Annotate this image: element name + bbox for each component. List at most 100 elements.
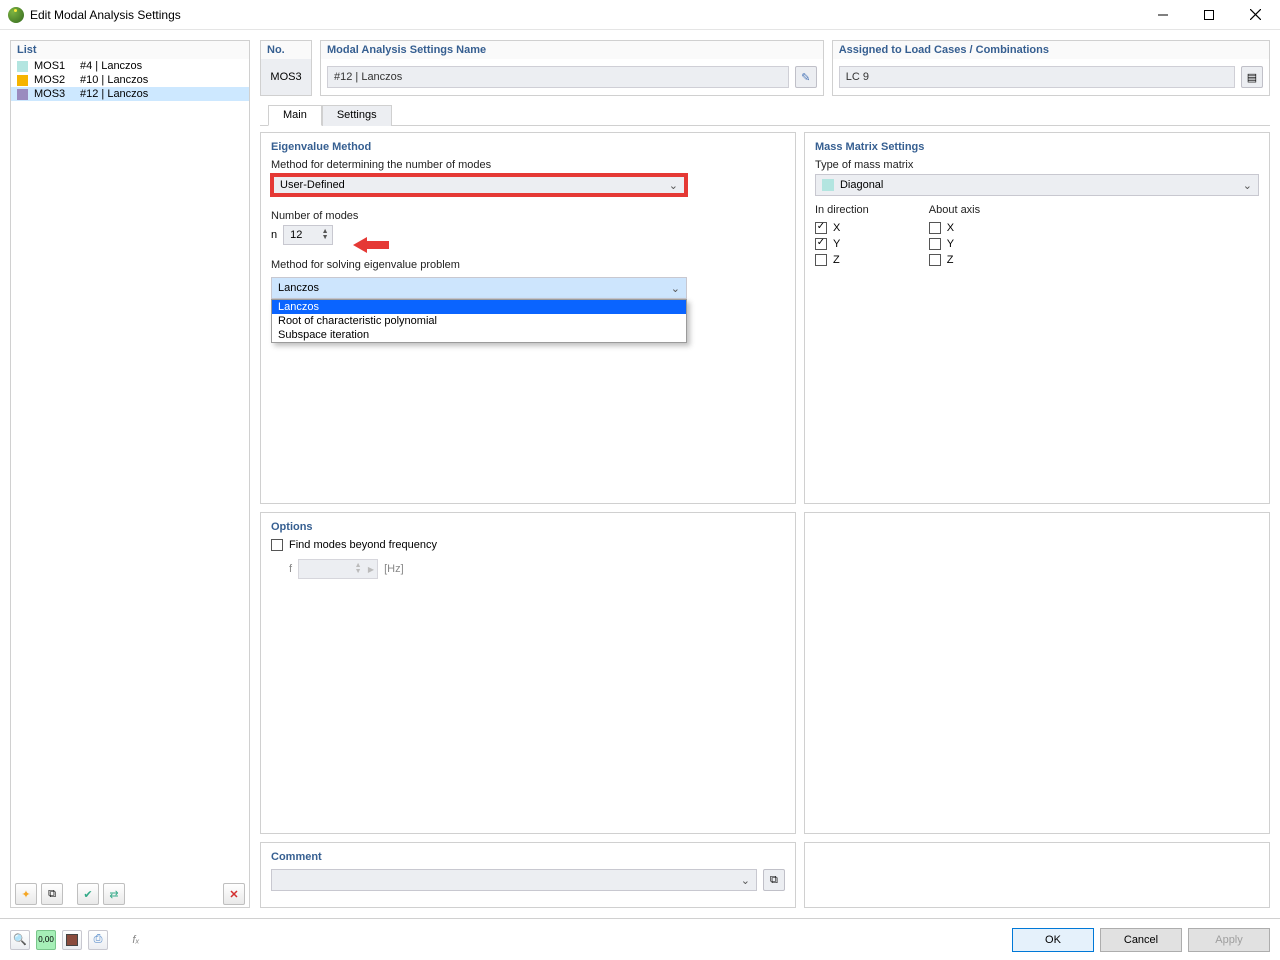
mass-title: Mass Matrix Settings [815, 141, 1259, 153]
comment-select[interactable]: ⌄ [271, 869, 757, 891]
new-button[interactable]: ✦ [15, 883, 37, 905]
list-icon: ▤ [1247, 71, 1257, 84]
tab-strip: Main Settings [260, 104, 1270, 126]
dir-x-checkbox[interactable]: X [815, 222, 869, 234]
beyond-frequency-checkbox[interactable]: Find modes beyond frequency [271, 539, 785, 551]
check-all-button[interactable]: ⇄ [103, 883, 125, 905]
list-item[interactable]: MOS1 #4 | Lanczos [11, 59, 249, 73]
side-spacer-panel-2 [804, 842, 1270, 908]
chevron-down-icon: ⌄ [1243, 179, 1252, 192]
checkbox-box [929, 238, 941, 250]
window-title: Edit Modal Analysis Settings [30, 8, 1140, 22]
chevron-down-icon: ⌄ [741, 874, 750, 887]
modes-count-label: Number of modes [271, 210, 785, 222]
close-button[interactable] [1232, 0, 1278, 30]
axis-y-checkbox[interactable]: Y [929, 238, 980, 250]
axis-z-checkbox[interactable]: Z [929, 254, 980, 266]
freq-input: ▲▼ ▶ [298, 559, 378, 579]
list-title: List [11, 41, 249, 59]
units-button[interactable]: 0,00 [36, 930, 56, 950]
dir-y-checkbox[interactable]: Y [815, 238, 869, 250]
axis-x-checkbox[interactable]: X [929, 222, 980, 234]
checkbox-box [815, 238, 827, 250]
name-cell: Modal Analysis Settings Name #12 | Lancz… [320, 40, 824, 96]
side-spacer-panel [804, 512, 1270, 834]
check-icon: ✔ [83, 888, 92, 901]
list-body[interactable]: MOS1 #4 | Lanczos MOS2 #10 | Lanczos MOS… [11, 59, 249, 881]
checkbox-box [815, 254, 827, 266]
assigned-browse-button[interactable]: ▤ [1241, 66, 1263, 88]
check-button[interactable]: ✔ [77, 883, 99, 905]
search-icon: 🔍 [13, 933, 27, 946]
dir-z-checkbox[interactable]: Z [815, 254, 869, 266]
solver-option[interactable]: Lanczos [272, 300, 686, 314]
modes-input[interactable]: 12 ▲▼ [283, 225, 333, 245]
title-bar: Edit Modal Analysis Settings [0, 0, 1280, 30]
copy-icon: ⧉ [48, 888, 56, 901]
checkbox-box [929, 222, 941, 234]
function-button[interactable]: fₓ [126, 930, 146, 950]
mass-type-select[interactable]: Diagonal ⌄ [815, 174, 1259, 196]
solver-label: Method for solving eigenvalue problem [271, 259, 785, 271]
minimize-button[interactable] [1140, 0, 1186, 30]
layers-button[interactable]: ⎙ [88, 930, 108, 950]
cancel-button[interactable]: Cancel [1100, 928, 1182, 952]
maximize-icon [1204, 10, 1214, 20]
ok-button[interactable]: OK [1012, 928, 1094, 952]
axis-label: About axis [929, 204, 980, 216]
search-button[interactable]: 🔍 [10, 930, 30, 950]
list-toolbar: ✦ ⧉ ✔ ⇄ ✕ [11, 881, 249, 907]
tab-settings[interactable]: Settings [322, 105, 392, 126]
tab-main[interactable]: Main [268, 105, 322, 126]
delete-button[interactable]: ✕ [223, 883, 245, 905]
annotation-arrow [353, 235, 389, 255]
solver-option[interactable]: Subspace iteration [272, 328, 686, 342]
apply-button[interactable]: Apply [1188, 928, 1270, 952]
freq-unit: [Hz] [384, 563, 404, 575]
list-item-name: #10 | Lanczos [80, 74, 148, 86]
name-label: Modal Analysis Settings Name [321, 41, 823, 59]
list-item-code: MOS2 [34, 74, 74, 86]
options-title: Options [271, 521, 785, 533]
close-icon [1250, 9, 1261, 20]
chevron-down-icon: ⌄ [671, 282, 680, 295]
function-icon: fₓ [132, 934, 139, 946]
assigned-label: Assigned to Load Cases / Combinations [833, 41, 1269, 59]
copy-button[interactable]: ⧉ [41, 883, 63, 905]
eigen-title: Eigenvalue Method [271, 141, 785, 153]
mass-type-value: Diagonal [840, 179, 883, 191]
comment-title: Comment [271, 851, 785, 863]
comment-browse-button[interactable]: ⧉ [763, 869, 785, 891]
assigned-cell: Assigned to Load Cases / Combinations LC… [832, 40, 1270, 96]
new-icon: ✦ [21, 888, 30, 901]
method-select[interactable]: User-Defined ⌄ [271, 174, 687, 196]
solver-option[interactable]: Root of characteristic polynomial [272, 314, 686, 328]
freq-symbol: f [289, 563, 292, 575]
modes-value: 12 [290, 229, 302, 241]
play-icon: ▶ [368, 565, 374, 574]
mass-type-label: Type of mass matrix [815, 159, 1259, 171]
layers-icon: ⎙ [94, 933, 103, 946]
solver-select[interactable]: Lanczos ⌄ [271, 277, 687, 299]
color-swatch [66, 934, 78, 946]
app-icon [8, 7, 24, 23]
color-button[interactable] [62, 930, 82, 950]
color-swatch [17, 89, 28, 100]
name-input[interactable]: #12 | Lanczos [327, 66, 789, 88]
list-item[interactable]: MOS2 #10 | Lanczos [11, 73, 249, 87]
list-item-code: MOS3 [34, 88, 74, 100]
edit-name-button[interactable]: ✎ [795, 66, 817, 88]
spinner-arrows[interactable]: ▲▼ [320, 226, 330, 244]
minimize-icon [1158, 10, 1168, 20]
pencil-icon: ✎ [801, 71, 810, 84]
list-item-name: #12 | Lanczos [80, 88, 148, 100]
list-item-code: MOS1 [34, 60, 74, 72]
maximize-button[interactable] [1186, 0, 1232, 30]
color-swatch [822, 179, 834, 191]
header-grid: No. MOS3 Modal Analysis Settings Name #1… [260, 40, 1270, 96]
list-item-name: #4 | Lanczos [80, 60, 142, 72]
options-panel: Options Find modes beyond frequency f ▲▼… [260, 512, 796, 834]
list-item[interactable]: MOS3 #12 | Lanczos [11, 87, 249, 101]
assigned-input[interactable]: LC 9 [839, 66, 1235, 88]
chevron-down-icon: ⌄ [669, 179, 678, 192]
